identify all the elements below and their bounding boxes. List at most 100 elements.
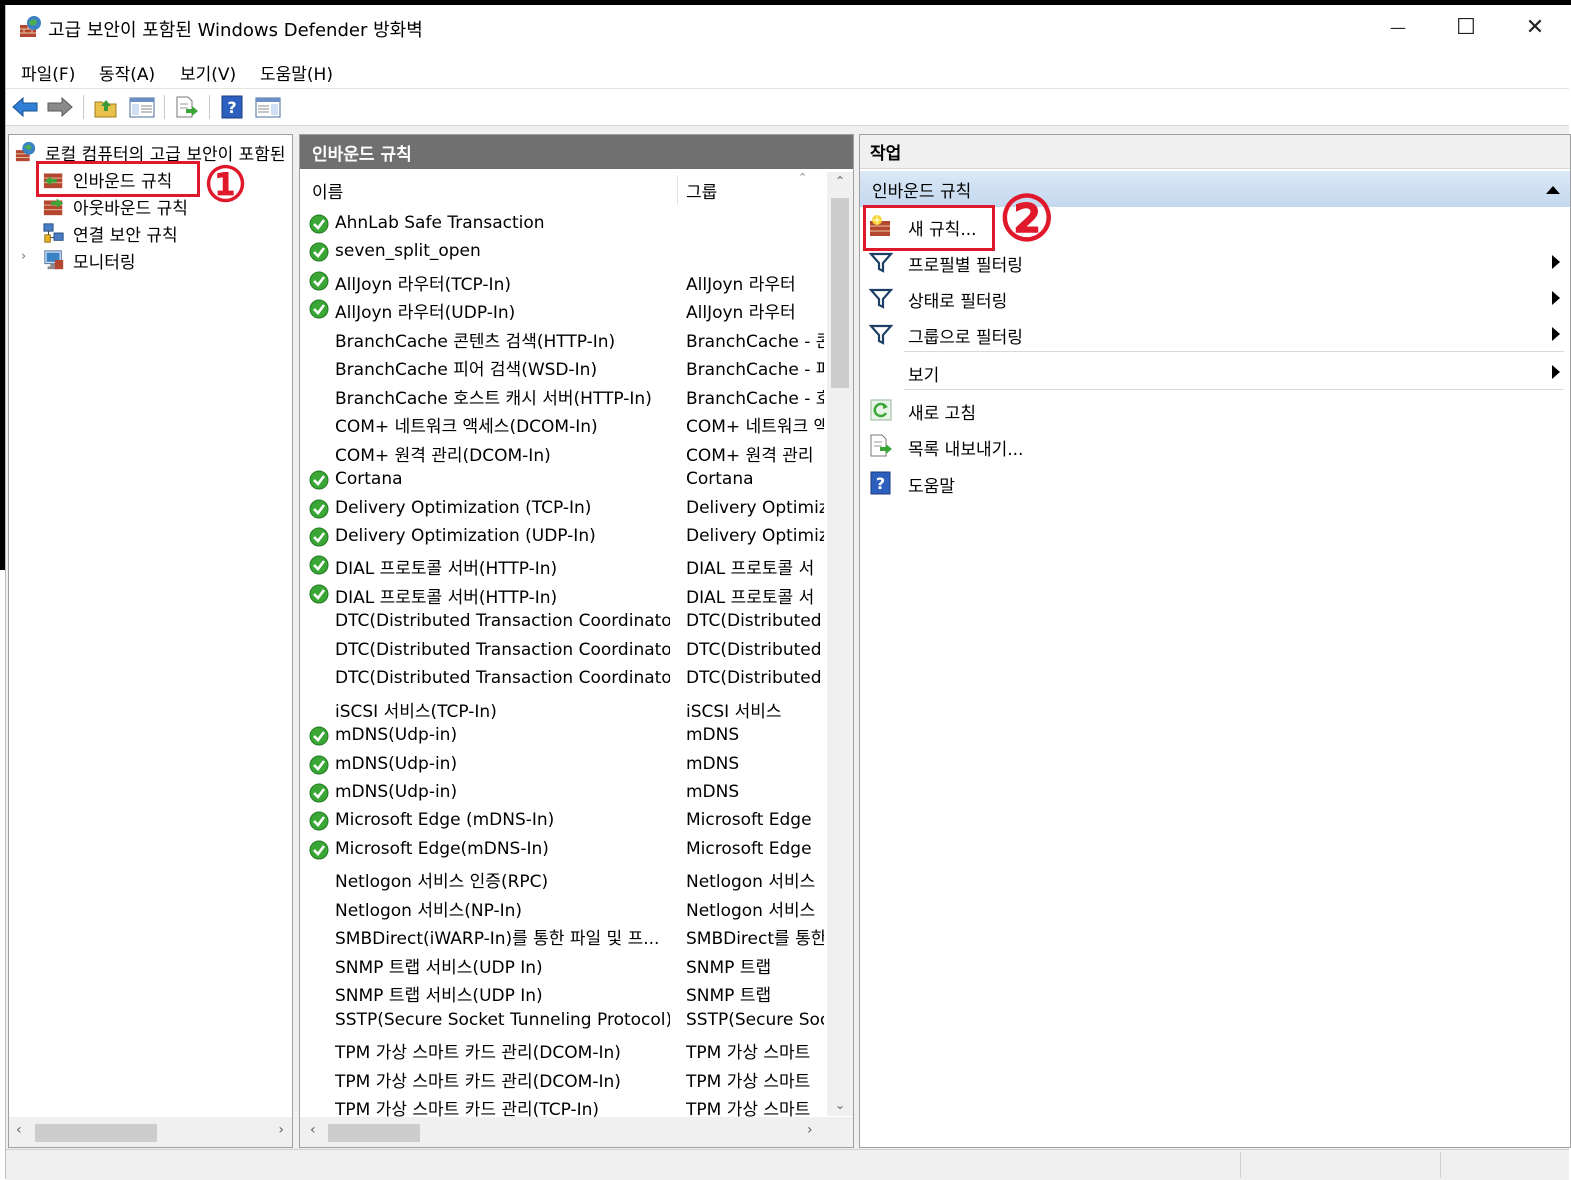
table-row[interactable]: SMBDirect(iWARP-In)를 통한 파일 및 프... SMBDire… [300,921,824,950]
table-row[interactable]: AllJoyn 라우터(UDP-In) AllJoyn 라우터 [300,295,822,323]
rule-group: BranchCache - 피 [686,360,824,381]
column-divider[interactable] [677,175,678,205]
minimize-icon: — [1390,18,1406,37]
table-row[interactable]: DIAL 프로토콜 서버(HTTP-In) DIAL 프로토콜 서 [300,580,822,608]
menu-action[interactable]: 동작(A) [99,60,155,85]
submenu-arrow-icon [1552,255,1560,269]
table-row[interactable]: AhnLab Safe Transaction [300,210,822,238]
rule-name: BranchCache 콘텐츠 검색(HTTP-In) [335,331,616,352]
table-row[interactable]: BranchCache 콘텐츠 검색(HTTP-In) BranchCache -… [300,324,824,352]
help-button[interactable]: ? [218,93,246,121]
forward-button[interactable] [46,93,74,121]
scroll-right-icon[interactable]: › [807,1122,813,1138]
table-row[interactable]: mDNS(Udp-in) mDNS [300,779,822,807]
table-row[interactable]: BranchCache 호스트 캐시 서버(HTTP-In) BranchCach… [300,381,824,409]
menu-bar: 파일(F) 동작(A) 보기(V) 도움말(H) [6,52,1569,89]
table-row[interactable]: Microsoft Edge (mDNS-In) Microsoft Edge [300,807,822,835]
scroll-right-icon[interactable]: › [278,1122,284,1138]
table-row[interactable]: COM+ 원격 관리(DCOM-In) COM+ 원격 관리 [300,438,822,466]
table-row[interactable]: AllJoyn 라우터(TCP-In) AllJoyn 라우터 [300,267,822,295]
table-row[interactable]: Microsoft Edge(mDNS-In) Microsoft Edge [300,836,822,864]
scrollbar-thumb[interactable] [35,1124,157,1142]
monitoring-icon [44,250,64,270]
table-row[interactable]: Cortana Cortana [300,466,822,494]
minimize-button[interactable]: — [1364,5,1432,50]
tree-item-connection-security-rules[interactable]: 연결 보안 규칙 [43,220,178,246]
rules-vertical-scrollbar[interactable]: ⌃ ⌄ [827,172,853,1116]
up-one-level-button[interactable] [92,93,120,121]
table-row[interactable]: TPM 가상 스마트 카드 관리(DCOM-In) TPM 가상 스마트 [300,1035,822,1063]
table-row[interactable]: TPM 가상 스마트 카드 관리(DCOM-In) TPM 가상 스마트 [300,1064,822,1092]
tree-item-monitoring[interactable]: 모니터링 [43,247,136,273]
table-row[interactable]: DTC(Distributed Transaction Coordinator)… [300,665,824,693]
collapse-arrow-icon[interactable] [1546,186,1560,194]
action-filter-by-group[interactable]: 그룹으로 필터링 [860,317,1570,351]
rule-group: BranchCache - 콘 [686,331,824,352]
rule-name: SMBDirect(iWARP-In)를 통한 파일 및 프... [335,929,660,950]
rule-name: AllJoyn 라우터(TCP-In) [335,274,511,295]
table-row[interactable]: TPM 가상 스마트 카드 관리(TCP-In) TPM 가상 스마트 [300,1092,822,1120]
actions-separator [904,351,1564,352]
scrollbar-thumb[interactable] [328,1124,420,1142]
table-row[interactable]: Netlogon 서비스 인증(RPC) Netlogon 서비스 [300,864,822,892]
rule-name: mDNS(Udp-in) [335,753,458,774]
column-header-group[interactable]: 그룹 [686,172,717,208]
table-row[interactable]: iSCSI 서비스(TCP-In) iSCSI 서비스 [300,694,822,722]
back-button[interactable] [11,93,39,121]
firewall-root-icon [15,141,36,162]
action-export-list[interactable]: 목록 내보내기... [860,429,1570,463]
rule-group: SNMP 트랩 [686,986,772,1007]
rules-horizontal-scrollbar[interactable]: ‹ › [300,1117,853,1147]
action-filter-by-state[interactable]: 상태로 필터링 [860,281,1570,315]
table-row[interactable]: DIAL 프로토콜 서버(HTTP-In) DIAL 프로토콜 서 [300,551,822,579]
enabled-check-icon [309,470,329,490]
menu-help[interactable]: 도움말(H) [260,60,333,85]
table-row[interactable]: SSTP(Secure Socket Tunneling Protocol)(S… [300,1007,824,1035]
rule-name: Delivery Optimization (UDP-In) [335,525,596,546]
enabled-check-icon [309,527,329,547]
action-filter-by-profile[interactable]: 프로필별 필터링 [860,245,1570,279]
action-help[interactable]: ? 도움말 [860,466,1570,500]
column-header-name[interactable]: 이름 [312,172,343,208]
maximize-button[interactable]: ☐ [1432,5,1500,50]
enabled-check-icon [309,299,329,319]
show-hide-tree-button[interactable] [128,93,156,121]
rule-group: iSCSI 서비스 [686,701,782,722]
table-row[interactable]: seven_split_open [300,238,822,266]
table-row[interactable]: Netlogon 서비스(NP-In) Netlogon 서비스 [300,893,822,921]
action-refresh[interactable]: 새로 고침 [860,393,1570,427]
scroll-up-icon[interactable]: ⌃ [835,174,845,188]
actions-section-inbound-rules[interactable]: 인바운드 규칙 [860,171,1570,207]
table-row[interactable]: mDNS(Udp-in) mDNS [300,722,822,750]
rule-name: iSCSI 서비스(TCP-In) [335,701,497,722]
table-row[interactable]: Delivery Optimization (UDP-In) Delivery O… [300,523,824,551]
export-list-button[interactable] [173,93,201,121]
tree-expand-chevron-icon[interactable]: › [21,249,26,264]
table-row[interactable]: DTC(Distributed Transaction Coordinator)… [300,608,824,636]
export-list-icon [176,96,198,118]
table-row[interactable]: DTC(Distributed Transaction Coordinator)… [300,637,824,665]
action-view[interactable]: 보기 [860,355,1570,389]
show-hide-action-pane-button[interactable] [254,93,282,121]
rule-name: Cortana [335,469,403,490]
table-row[interactable]: mDNS(Udp-in) mDNS [300,751,822,779]
enabled-check-icon [309,840,329,860]
scroll-left-icon[interactable]: ‹ [16,1122,22,1138]
tree-item-outbound-rules[interactable]: 아웃바운드 규칙 [43,193,188,219]
table-row[interactable]: BranchCache 피어 검색(WSD-In) BranchCache - 피 [300,352,824,381]
filter-icon [869,324,893,345]
scroll-down-icon[interactable]: ⌄ [835,1098,845,1112]
table-row[interactable]: Delivery Optimization (TCP-In) Delivery O… [300,495,824,523]
table-row[interactable]: SNMP 트랩 서비스(UDP In) SNMP 트랩 [300,978,822,1006]
scroll-left-icon[interactable]: ‹ [310,1122,316,1138]
scrollbar-thumb[interactable] [831,198,849,388]
rule-group: AllJoyn 라우터 [686,303,796,324]
menu-view[interactable]: 보기(V) [180,60,236,85]
table-row[interactable]: COM+ 네트워크 액세스(DCOM-In) COM+ 네트워크 액 [300,409,824,437]
close-button[interactable]: ✕ [1501,5,1569,50]
tree-horizontal-scrollbar[interactable]: ‹ › [9,1117,292,1147]
client-area: 로컬 컴퓨터의 고급 보안이 포함된 인바운드 규칙 아웃바운드 규칙 연결 보… [6,126,1571,1149]
menu-file[interactable]: 파일(F) [21,60,75,85]
table-row[interactable]: SNMP 트랩 서비스(UDP In) SNMP 트랩 [300,950,822,978]
rule-group: DIAL 프로토콜 서 [686,559,815,580]
